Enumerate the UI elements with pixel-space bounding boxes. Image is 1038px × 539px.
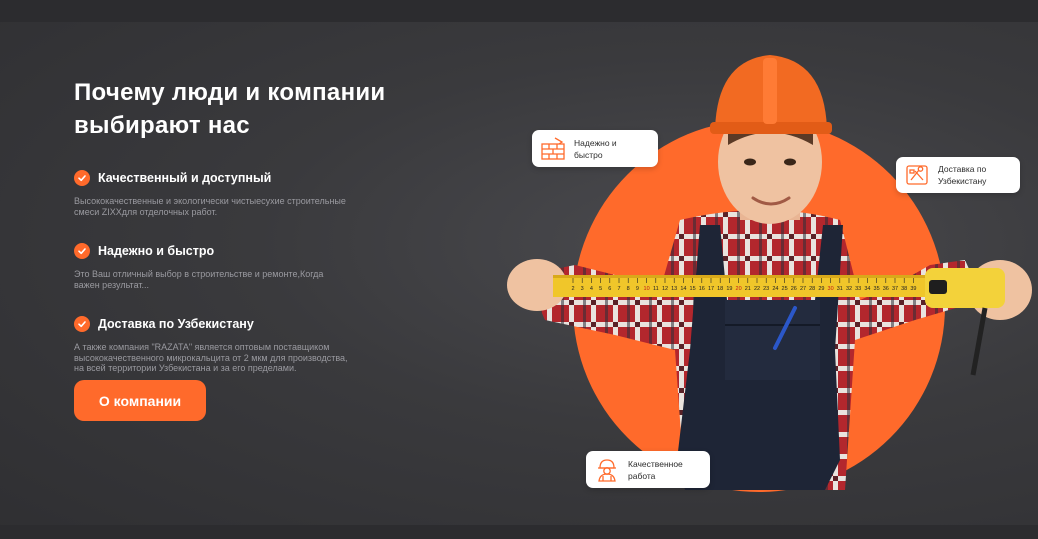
worker-illustration: 2 3 4 5 6 7 8 9 10 11 12 13 14 15 16 17 18 19 20 21 22 23 24 25… xyxy=(507,55,1032,490)
tape-number: 19 xyxy=(726,286,732,292)
section-heading: Почему люди и компании выбирают нас xyxy=(74,79,386,139)
tools-icon xyxy=(906,165,928,185)
tape-number: 4 xyxy=(590,286,593,292)
feature-description: Высококачественные и экологически чистые… xyxy=(74,196,346,217)
feature-description: А также компания "RAZATA" является оптов… xyxy=(74,342,348,373)
tape-number: 29 xyxy=(818,286,824,292)
feature-description: Это Ваш отличный выбор в строительстве и… xyxy=(74,269,324,290)
tape-number: 24 xyxy=(772,286,778,292)
tape-number: 26 xyxy=(791,286,797,292)
feature-title: Надежно и быстро xyxy=(98,244,215,258)
about-company-button[interactable]: О компании xyxy=(74,380,206,421)
card-quality: Качественное работа xyxy=(586,451,710,488)
tape-number: 10 xyxy=(644,286,650,292)
tape-number: 18 xyxy=(717,286,723,292)
tape-number: 33 xyxy=(855,286,861,292)
card-label: Надежно и быстро xyxy=(574,137,617,160)
tape-number: 20 xyxy=(736,286,742,292)
tape-number: 22 xyxy=(754,286,760,292)
tape-number: 15 xyxy=(690,286,696,292)
tape-number: 32 xyxy=(846,286,852,292)
tape-number: 3 xyxy=(581,286,584,292)
feature-reliable: Надежно и быстро Это Ваш отличный выбор … xyxy=(74,243,404,290)
tape-number: 16 xyxy=(699,286,705,292)
tape-number: 25 xyxy=(782,286,788,292)
tape-number: 39 xyxy=(910,286,916,292)
tape-number: 23 xyxy=(763,286,769,292)
feature-title: Качественный и доступный xyxy=(98,171,272,185)
tape-number: 31 xyxy=(837,286,843,292)
tape-number: 9 xyxy=(636,286,639,292)
top-band xyxy=(0,0,1038,22)
worker-helmet-icon xyxy=(598,458,616,482)
tape-number: 7 xyxy=(617,286,620,292)
tape-number: 11 xyxy=(653,286,659,292)
check-icon xyxy=(74,316,90,332)
tape-number: 2 xyxy=(571,286,574,292)
tape-number: 38 xyxy=(901,286,907,292)
check-icon xyxy=(74,243,90,259)
tape-number: 17 xyxy=(708,286,714,292)
tape-number: 13 xyxy=(671,286,677,292)
tape-number: 5 xyxy=(599,286,602,292)
brick-wall-icon xyxy=(541,136,565,160)
card-reliable: Надежно и быстро xyxy=(532,130,658,167)
feature-quality: Качественный и доступный Высококачествен… xyxy=(74,170,404,217)
bottom-band xyxy=(0,525,1038,539)
tape-number: 34 xyxy=(864,286,870,292)
tape-number: 6 xyxy=(608,286,611,292)
feature-delivery: Доставка по Узбекистану А также компания… xyxy=(74,316,404,374)
tape-number: 12 xyxy=(662,286,668,292)
tape-number: 21 xyxy=(745,286,751,292)
tape-number: 27 xyxy=(800,286,806,292)
tape-number: 28 xyxy=(809,286,815,292)
card-delivery: Доставка по Узбекистану xyxy=(896,157,1020,193)
tape-number: 37 xyxy=(892,286,898,292)
card-label: Качественное работа xyxy=(628,458,683,481)
why-us-section: Почему люди и компании выбирают нас Каче… xyxy=(74,76,404,374)
tape-number: 8 xyxy=(627,286,630,292)
card-label: Доставка по Узбекистану xyxy=(938,164,987,186)
tape-number: 14 xyxy=(680,286,686,292)
check-icon xyxy=(74,170,90,186)
feature-title: Доставка по Узбекистану xyxy=(98,317,254,331)
tape-number: 30 xyxy=(828,286,834,292)
tape-number: 35 xyxy=(874,286,880,292)
tape-number: 36 xyxy=(883,286,889,292)
